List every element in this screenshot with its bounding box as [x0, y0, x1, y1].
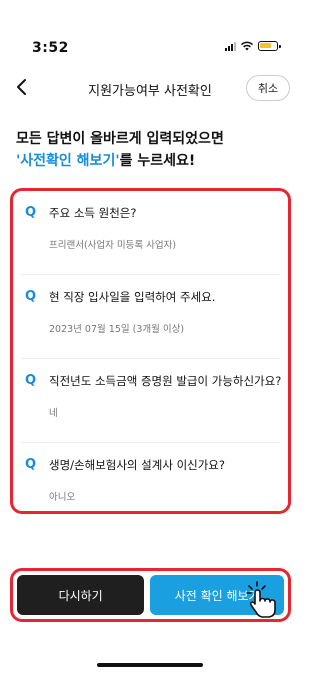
question-mark-label: Q [25, 205, 37, 220]
status-bar: 3:52 [0, 0, 300, 56]
answer-text: 네 [49, 408, 58, 419]
list-item[interactable]: Q 주요 소득 원천은? 프리랜서(사업자 미등록 사업자) [21, 191, 280, 275]
action-buttons: 다시하기 사전 확인 해보기 [10, 568, 291, 622]
wifi-icon [240, 41, 254, 51]
cancel-button[interactable]: 취소 [246, 75, 290, 101]
question-text: 직전년도 소득금액 증명원 발급이 가능하신가요? [49, 374, 282, 388]
answer-text: 아니오 [49, 492, 76, 503]
intro-line-1: 모든 답변이 올바르게 입력되었으면 [16, 131, 224, 147]
answer-text: 2023년 07월 15일 (3개월 이상) [49, 324, 185, 335]
question-mark-label: Q [25, 457, 37, 472]
signal-icon [225, 41, 236, 51]
status-time: 3:52 [32, 40, 69, 56]
retry-button[interactable]: 다시하기 [17, 575, 145, 615]
list-item[interactable]: Q 현 직장 입사일을 입력하여 주세요. 2023년 07월 15일 (3개월… [21, 275, 280, 359]
intro-highlight: '사전확인 해보기' [16, 153, 120, 169]
list-item[interactable]: Q 생명/손해보험사의 설계사 이신가요? 아니오 [21, 443, 280, 527]
status-icons [225, 40, 281, 52]
intro-text: 모든 답변이 올바르게 입력되었으면 '사전확인 해보기'를 누르세요! [16, 128, 288, 172]
battery-icon [258, 41, 281, 51]
nav-bar: 지원가능여부 사전확인 취소 [0, 72, 300, 104]
question-list: Q 주요 소득 원천은? 프리랜서(사업자 미등록 사업자) Q 현 직장 입사… [10, 188, 291, 514]
intro-line-2: '사전확인 해보기'를 누르세요! [16, 150, 288, 172]
question-mark-label: Q [25, 373, 37, 388]
question-text: 현 직장 입사일을 입력하여 주세요. [49, 290, 216, 304]
hand-pointer-icon [246, 581, 276, 618]
precheck-button[interactable]: 사전 확인 해보기 [150, 575, 284, 618]
question-text: 생명/손해보험사의 설계사 이신가요? [49, 458, 225, 472]
answer-text: 프리랜서(사업자 미등록 사업자) [49, 240, 177, 251]
list-item[interactable]: Q 직전년도 소득금액 증명원 발급이 가능하신가요? 네 [21, 359, 282, 443]
question-mark-label: Q [25, 289, 37, 304]
home-indicator[interactable] [97, 663, 203, 667]
question-text: 주요 소득 원천은? [49, 206, 137, 220]
intro-suffix: 를 누르세요! [119, 153, 196, 169]
